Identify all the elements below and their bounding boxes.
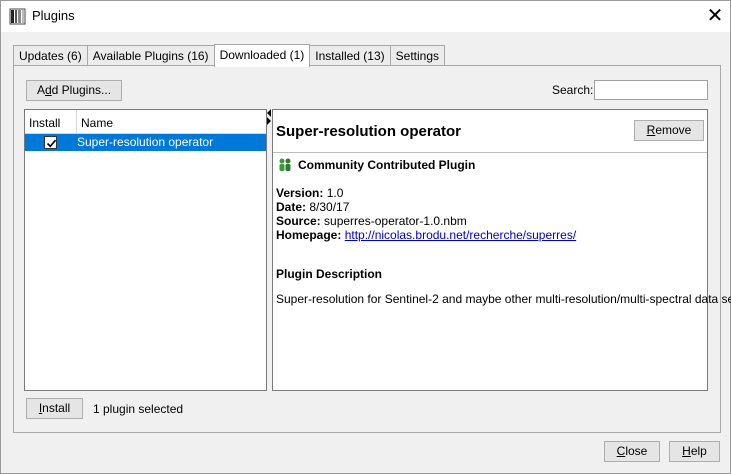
tab-installed[interactable]: Installed (13) [309,45,391,66]
tab-available-plugins[interactable]: Available Plugins (16) [86,45,215,66]
date-label: Date: [276,200,307,214]
add-plugins-mnemonic: d [44,83,52,97]
install-checkbox[interactable] [44,136,57,149]
tab-settings[interactable]: Settings [389,45,446,66]
column-divider[interactable] [76,110,77,134]
plugin-name-cell: Super-resolution operator [77,135,214,149]
close-button[interactable]: Close [604,441,660,462]
window-title: Plugins [32,8,75,23]
source-row: Source: superres-operator-1.0.nbm [276,214,467,228]
close-icon[interactable]: ✕ [703,5,727,27]
add-plugins-button[interactable]: Add Plugins... [26,80,122,101]
table-row[interactable]: Super-resolution operator [25,134,266,151]
homepage-link[interactable]: http://nicolas.brodu.net/recherche/super… [345,228,576,242]
date-row: Date: 8/30/17 [276,200,349,214]
source-label: Source: [276,214,321,228]
add-plugins-label-post: d Plugins... [51,83,112,97]
homepage-label: Homepage: [276,228,342,242]
remove-label-post: emove [655,123,692,137]
close-label-post: lose [625,444,648,458]
selection-status: 1 plugin selected [93,402,184,416]
homepage-row: Homepage: http://nicolas.brodu.net/reche… [276,228,576,242]
plugins-window: Plugins ✕ Updates (6) Available Plugins … [0,0,731,474]
remove-mnemonic: R [646,123,656,137]
column-header-install[interactable]: Install [29,116,60,130]
description-heading: Plugin Description [276,267,383,281]
version-value: 1.0 [326,186,344,200]
plugin-list: Install Name Super-resolution operator [24,109,267,391]
help-button[interactable]: Help [669,441,720,462]
help-label-post: elp [690,444,707,458]
plugin-details: Super-resolution operator Remove Communi… [272,109,731,391]
search-label: Search: [552,83,594,97]
column-header-name[interactable]: Name [81,116,113,130]
install-button[interactable]: Install [26,398,83,419]
source-value: superres-operator-1.0.nbm [324,214,467,228]
community-badge: Community Contributed Plugin [298,158,476,172]
install-label-post: nstall [42,401,71,415]
tab-downloaded[interactable]: Downloaded (1) [213,44,311,67]
add-plugins-label-pre: A [36,83,45,97]
community-users-icon [279,158,291,171]
help-mnemonic: H [682,444,691,458]
description-text: Super-resolution for Sentinel-2 and mayb… [276,292,731,306]
list-header: Install Name [25,110,266,134]
search-input[interactable] [594,80,708,100]
version-row: Version: 1.0 [276,186,343,200]
tab-updates[interactable]: Updates (6) [13,45,88,66]
tab-bar: Updates (6) Available Plugins (16) Downl… [13,44,446,67]
version-label: Version: [276,186,324,200]
title-bar: Plugins ✕ [1,1,730,32]
plugin-title: Super-resolution operator [276,123,462,140]
remove-button[interactable]: Remove [634,120,704,141]
checkmark-icon [46,139,57,148]
detail-header: Super-resolution operator Remove [273,110,707,153]
date-value: 8/30/17 [309,200,350,214]
app-icon [9,8,26,25]
